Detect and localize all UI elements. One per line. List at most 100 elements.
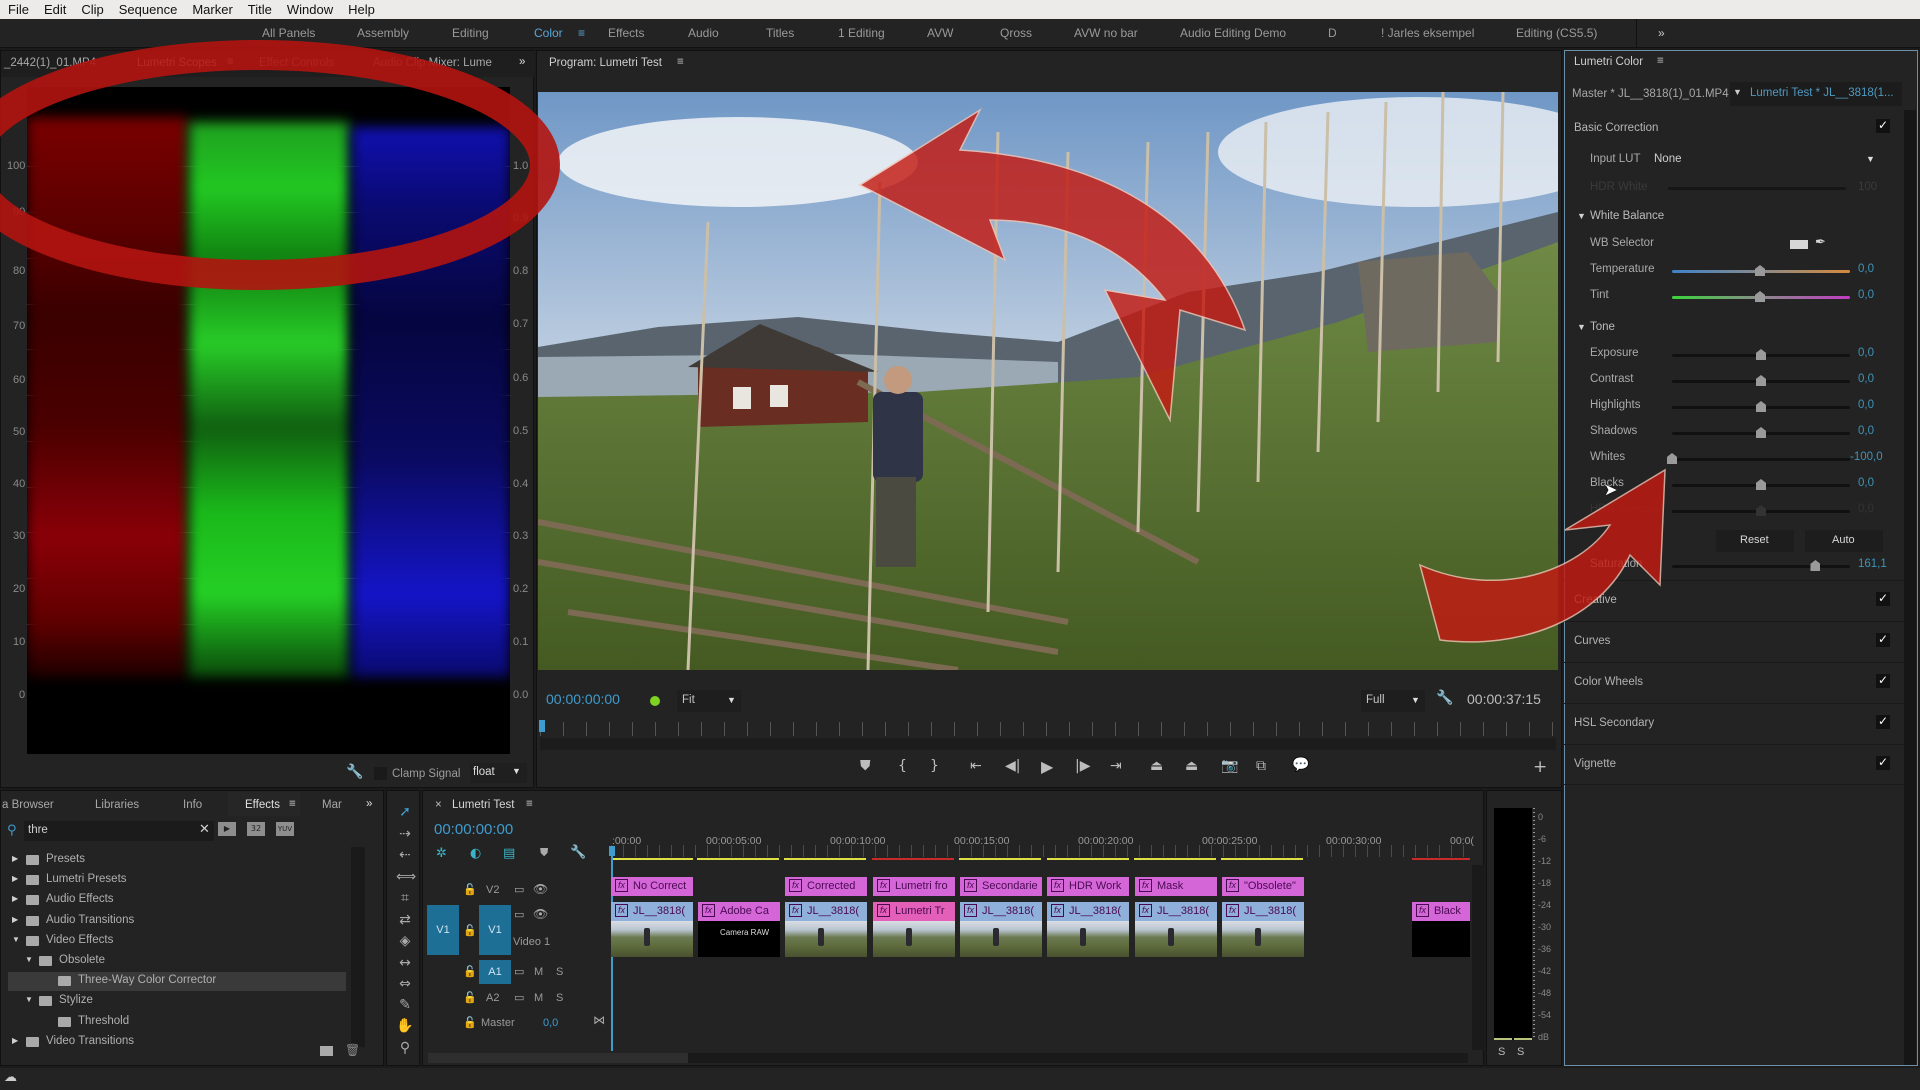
a2-track-label[interactable]: A2 xyxy=(486,992,499,1004)
disclosure-expanded-icon[interactable]: ▼ xyxy=(25,995,33,1004)
tint-value[interactable]: 0,0 xyxy=(1858,289,1874,301)
v1-clip[interactable]: fx JL__3818( xyxy=(785,902,867,921)
slide-tool-icon[interactable]: ⇔ xyxy=(396,976,414,992)
tree-folder[interactable]: ▶ Audio Transitions xyxy=(8,912,346,931)
clear-search-icon[interactable]: ✕ xyxy=(199,822,210,837)
sequence-clip-selector[interactable]: ▼ Lumetri Test * JL__3818(1... xyxy=(1730,82,1902,106)
snap-toggle-icon[interactable]: ✲ xyxy=(436,846,447,861)
menu-window[interactable]: Window xyxy=(287,2,333,17)
add-marker-icon[interactable]: ⛊ xyxy=(860,758,871,774)
selection-tool-icon[interactable]: ➚ xyxy=(396,804,414,820)
v2-clip[interactable]: fx HDR Work xyxy=(1047,877,1129,896)
left-solo-button[interactable]: S xyxy=(1498,1046,1505,1058)
button-editor-plus-icon[interactable]: + xyxy=(1533,757,1547,777)
go-to-out-icon[interactable]: ⇥ xyxy=(1110,758,1122,774)
v2-eye-icon[interactable]: 👁 xyxy=(533,882,548,896)
accelerated-effects-filter-icon[interactable]: ▶ xyxy=(218,822,236,836)
workspace-jarles-eksempel[interactable]: ! Jarles eksempel xyxy=(1381,26,1474,40)
a1-lock-icon[interactable]: 🔓 xyxy=(463,965,477,978)
workspace-audio-editing-demo[interactable]: Audio Editing Demo xyxy=(1180,26,1286,40)
a1-mute-button[interactable]: M xyxy=(534,966,543,978)
new-bin-folder-icon[interactable] xyxy=(320,1046,333,1056)
v2-lock-icon[interactable]: 🔓 xyxy=(463,883,477,896)
program-playhead-timecode[interactable]: 00:00:00:00 xyxy=(546,691,620,707)
master-volume-value[interactable]: 0,0 xyxy=(543,1017,558,1029)
white-balance-header[interactable]: White Balance xyxy=(1590,210,1664,222)
pen-tool-icon[interactable]: ✎ xyxy=(396,997,414,1013)
tone-disclosure-icon[interactable]: ▼ xyxy=(1577,322,1586,332)
delete-trash-icon[interactable]: 🗑 xyxy=(345,1043,360,1057)
lumetri-scrollbar[interactable] xyxy=(1904,110,1916,1065)
v1-clip[interactable]: fx Black xyxy=(1412,902,1470,921)
whites-slider[interactable] xyxy=(1672,458,1850,461)
scope-settings-wrench-icon[interactable]: 🔧 xyxy=(346,764,363,780)
workspace-overflow-button[interactable]: » xyxy=(1658,26,1665,40)
v2-clip[interactable]: fx Lumetri fro xyxy=(873,877,955,896)
whites-value[interactable]: -100,0 xyxy=(1850,451,1883,463)
a2-solo-button[interactable]: S xyxy=(556,992,563,1004)
v1-sync-lock-icon[interactable]: ▭ xyxy=(514,908,524,921)
tab-effects[interactable]: Effects xyxy=(245,799,280,811)
menu-file[interactable]: File xyxy=(8,2,29,17)
tree-folder[interactable]: ▼ Stylize xyxy=(8,992,346,1011)
highlights-value[interactable]: 0,0 xyxy=(1858,399,1874,411)
a2-mute-button[interactable]: M xyxy=(534,992,543,1004)
basic-correction-enable-checkbox[interactable]: ✓ xyxy=(1876,119,1890,133)
saturation-slider[interactable] xyxy=(1672,565,1850,568)
close-sequence-icon[interactable]: × xyxy=(435,799,442,811)
disclosure-collapsed-icon[interactable]: ▶ xyxy=(12,894,18,903)
extract-icon[interactable]: ⏏ xyxy=(1185,758,1198,774)
program-monitor-menu-icon[interactable]: ≡ xyxy=(677,56,684,68)
workspace-all-panels[interactable]: All Panels xyxy=(262,26,315,40)
lumetri-color-title[interactable]: Lumetri Color xyxy=(1574,56,1643,68)
v2-clip[interactable]: fx "Obsolete" xyxy=(1222,877,1304,896)
step-back-icon[interactable]: ◀| xyxy=(1005,758,1020,774)
rolling-edit-tool-icon[interactable]: ⟺ xyxy=(396,869,416,885)
disclosure-collapsed-icon[interactable]: ▶ xyxy=(12,874,18,883)
saturation-value[interactable]: 161,1 xyxy=(1858,558,1887,570)
v1-clip[interactable]: fx JL__3818( xyxy=(1135,902,1217,921)
play-icon[interactable]: ▶ xyxy=(1041,757,1053,776)
menu-sequence[interactable]: Sequence xyxy=(119,2,178,17)
disclosure-expanded-icon[interactable]: ▼ xyxy=(25,955,33,964)
32-bit-filter-icon[interactable]: 32 xyxy=(247,822,265,836)
v1-eye-icon[interactable]: 👁 xyxy=(533,907,548,921)
master-track-end-icon[interactable]: ⋈ xyxy=(593,1013,605,1027)
monitor-settings-wrench-icon[interactable]: 🔧 xyxy=(1436,690,1453,706)
workspace-menu-icon[interactable]: ≡ xyxy=(578,26,585,40)
menu-clip[interactable]: Clip xyxy=(81,2,103,17)
temperature-value[interactable]: 0,0 xyxy=(1858,263,1874,275)
sequence-tab[interactable]: Lumetri Test xyxy=(452,799,514,811)
v2-clip[interactable]: fx Corrected xyxy=(785,877,867,896)
workspace-color[interactable]: Color xyxy=(534,26,563,40)
program-video-frame[interactable] xyxy=(538,92,1558,670)
creative-cloud-icon[interactable]: ☁ xyxy=(4,1070,17,1085)
menu-help[interactable]: Help xyxy=(348,2,375,17)
input-lut-dropdown[interactable]: None ▼ xyxy=(1650,150,1882,170)
tone-header[interactable]: Tone xyxy=(1590,321,1615,333)
slip-tool-icon[interactable]: ↔ xyxy=(396,955,414,971)
timeline-playhead-timecode[interactable]: 00:00:00:00 xyxy=(434,821,513,838)
tone-auto-button[interactable]: Auto xyxy=(1805,530,1883,552)
master-clip-tab[interactable]: Master * JL__3818(1)_01.MP4 xyxy=(1572,88,1729,100)
exposure-value[interactable]: 0,0 xyxy=(1858,347,1874,359)
v2-clip[interactable]: fx Mask xyxy=(1135,877,1217,896)
timeline-vertical-scrollbar[interactable] xyxy=(1472,865,1484,1050)
workspace-1-editing[interactable]: 1 Editing xyxy=(838,26,885,40)
master-lock-icon[interactable]: 🔓 xyxy=(463,1016,477,1029)
timeline-scroll-thumb[interactable] xyxy=(428,1053,688,1063)
effect-item[interactable]: Threshold xyxy=(8,1013,346,1032)
shadows-value[interactable]: 0,0 xyxy=(1858,425,1874,437)
ripple-edit-tool-icon[interactable]: ⇠ xyxy=(396,847,414,863)
v2-clip[interactable]: fx No Correct xyxy=(611,877,693,896)
clamp-signal-checkbox[interactable] xyxy=(374,767,387,780)
track-select-forward-tool-icon[interactable]: ⇢ xyxy=(396,826,414,842)
v1-track-name[interactable]: Video 1 xyxy=(513,936,550,948)
zoom-level-dropdown[interactable]: Fit ▼ xyxy=(677,690,741,712)
menu-title[interactable]: Title xyxy=(248,2,272,17)
tab-markers[interactable]: Mar xyxy=(322,799,342,811)
workspace-effects[interactable]: Effects xyxy=(608,26,644,40)
disclosure-collapsed-icon[interactable]: ▶ xyxy=(12,1036,18,1045)
section-creative-checkbox[interactable]: ✓ xyxy=(1876,592,1890,606)
disclosure-collapsed-icon[interactable]: ▶ xyxy=(12,854,18,863)
